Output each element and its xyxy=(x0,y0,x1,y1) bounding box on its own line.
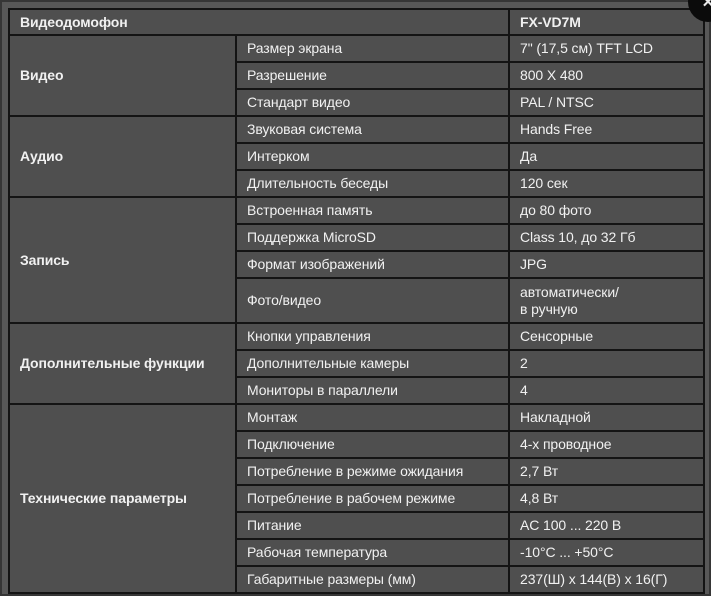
param-cell: Монтаж xyxy=(234,403,511,432)
param-cell: Потребление в рабочем режиме xyxy=(234,484,511,513)
param-cell: Кнопки управления xyxy=(234,322,511,351)
category-cell-video: Видео xyxy=(8,34,237,117)
value-cell: JPG xyxy=(508,250,706,279)
param-cell: Размер экрана xyxy=(234,34,511,63)
value-cell: 4-х проводное xyxy=(508,430,706,459)
param-cell: Длительность беседы xyxy=(234,169,511,198)
param-cell: Потребление в режиме ожидания xyxy=(234,457,511,486)
spec-row: Аудио Звуковая система Hands Free xyxy=(8,115,706,198)
param-cell: Габаритные размеры (мм) xyxy=(234,565,511,594)
value-cell: Да xyxy=(508,142,706,171)
param-cell: Разрешение xyxy=(234,61,511,90)
table-header-title: Видеодомофон xyxy=(7,8,511,36)
param-cell: Дополнительные камеры xyxy=(234,349,511,378)
value-cell: AC 100 ... 220 В xyxy=(508,511,706,540)
category-cell-extra: Дополнительные функции xyxy=(8,322,237,405)
value-cell: Сенсорные xyxy=(508,322,706,351)
value-cell: -10°C ... +50°C xyxy=(508,538,706,567)
value-cell: 4,8 Вт xyxy=(508,484,706,513)
param-cell: Фото/видео xyxy=(234,277,511,324)
value-cell: 4 xyxy=(508,376,706,405)
category-cell-record: Запись xyxy=(8,196,237,324)
value-cell: 2 xyxy=(508,349,706,378)
value-cell: 120 сек xyxy=(508,169,706,198)
table-header-row: Видеодомофон FX-VD7M xyxy=(7,8,706,36)
close-icon: ✕ xyxy=(701,0,711,11)
value-cell: автоматически/ в ручную xyxy=(508,277,706,324)
table-header-model: FX-VD7M xyxy=(508,8,706,36)
param-cell: Звуковая система xyxy=(234,115,511,144)
param-cell: Стандарт видео xyxy=(234,88,511,117)
category-cell-audio: Аудио xyxy=(8,115,237,198)
value-cell: 800 X 480 xyxy=(508,61,706,90)
spec-row: Видео Размер экрана 7" (17,5 см) TFT LCD xyxy=(8,34,706,117)
value-cell: Hands Free xyxy=(508,115,706,144)
param-cell: Питание xyxy=(234,511,511,540)
param-cell: Подключение xyxy=(234,430,511,459)
spec-row: Запись Встроенная память до 80 фото xyxy=(8,196,706,324)
value-cell: PAL / NTSC xyxy=(508,88,706,117)
spec-table: Видеодомофон FX-VD7M Видео Размер экрана… xyxy=(7,8,706,594)
param-cell: Интерком xyxy=(234,142,511,171)
value-cell: Class 10, до 32 Гб xyxy=(508,223,706,252)
value-cell: 7" (17,5 см) TFT LCD xyxy=(508,34,706,63)
param-cell: Встроенная память xyxy=(234,196,511,225)
value-cell: 237(Ш) x 144(В) x 16(Г) xyxy=(508,565,706,594)
category-cell-tech: Технические параметры xyxy=(8,403,237,594)
spec-row: Технические параметры Монтаж Накладной xyxy=(8,403,706,594)
param-cell: Поддержка MicroSD xyxy=(234,223,511,252)
param-cell: Формат изображений xyxy=(234,250,511,279)
param-cell: Мониторы в параллели xyxy=(234,376,511,405)
value-cell: до 80 фото xyxy=(508,196,706,225)
param-cell: Рабочая температура xyxy=(234,538,511,567)
spec-row: Дополнительные функции Кнопки управления… xyxy=(8,322,706,405)
value-cell: Накладной xyxy=(508,403,706,432)
value-cell: 2,7 Вт xyxy=(508,457,706,486)
